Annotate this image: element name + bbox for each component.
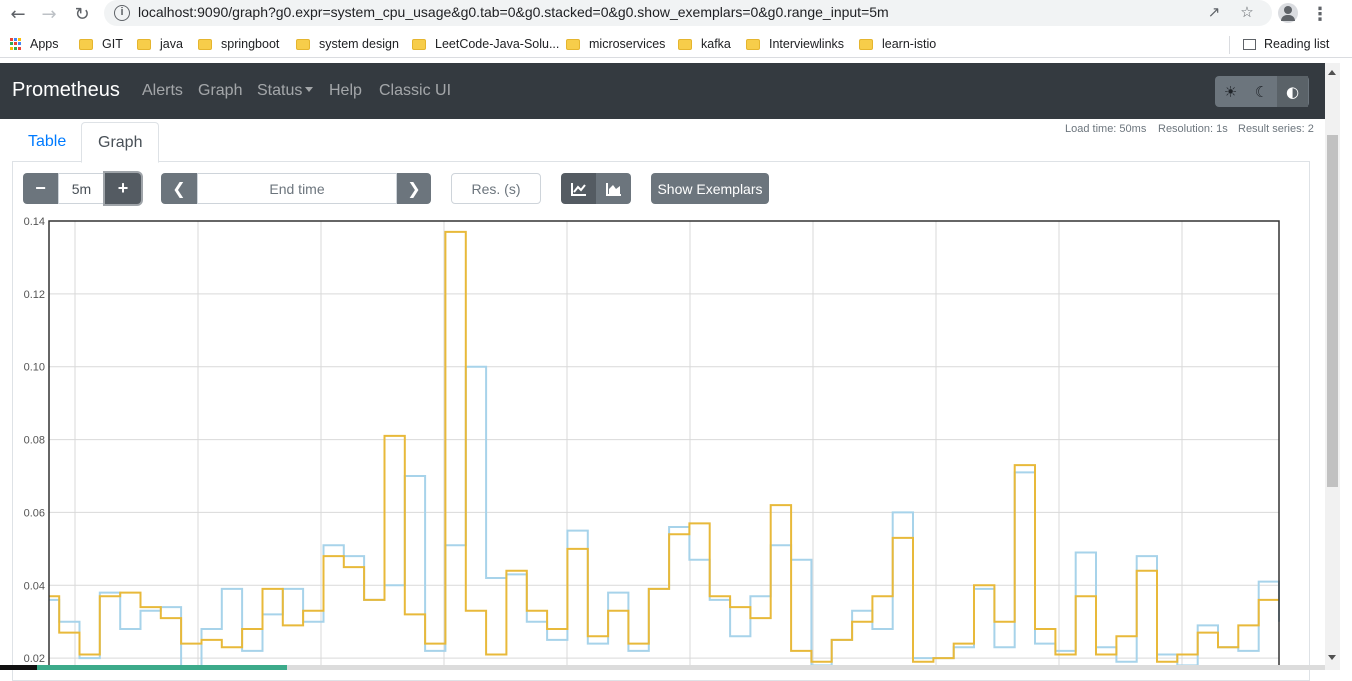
nav-classic-ui[interactable]: Classic UI xyxy=(379,82,451,100)
resolution-input[interactable]: Res. (s) xyxy=(451,173,541,204)
bookmark-label: microservices xyxy=(589,37,666,51)
scroll-down-icon[interactable] xyxy=(1328,655,1336,660)
bookmark-label: springboot xyxy=(221,37,280,51)
bookmark-system-design[interactable]: system design xyxy=(296,36,399,52)
time-forward-button[interactable]: ❯ xyxy=(397,173,431,204)
scroll-up-icon[interactable] xyxy=(1328,70,1336,75)
range-input[interactable]: 5m xyxy=(58,173,105,204)
taskbar-edge xyxy=(0,665,37,670)
browser-toolbar: ← → ↻ i localhost:9090/graph?g0.expr=sys… xyxy=(0,0,1352,28)
nav-help[interactable]: Help xyxy=(329,82,362,100)
sun-icon[interactable]: ☀ xyxy=(1215,76,1246,107)
apps-grid-icon xyxy=(10,38,22,50)
bookmark-interviewlinks[interactable]: Interviewlinks xyxy=(746,36,844,52)
series-line-1[interactable] xyxy=(49,365,1280,670)
plus-icon: + xyxy=(117,178,129,198)
horizontal-scrollbar[interactable] xyxy=(37,665,1325,670)
scroll-thumb[interactable] xyxy=(1327,135,1338,487)
contrast-icon[interactable]: ◐ xyxy=(1277,76,1308,107)
bookmark-apps[interactable]: Apps xyxy=(10,36,59,52)
info-icon[interactable]: i xyxy=(114,5,130,21)
bookmark-microservices[interactable]: microservices xyxy=(566,36,665,52)
series-line-2[interactable] xyxy=(49,230,1279,663)
folder-icon xyxy=(79,38,93,50)
bookmark-label: GIT xyxy=(102,37,123,51)
y-tick-label: 0.10 xyxy=(24,362,45,374)
star-icon[interactable]: ☆ xyxy=(1237,3,1257,23)
bookmark-springboot[interactable]: springboot xyxy=(198,36,279,52)
y-tick-label: 0.04 xyxy=(24,580,45,592)
chevron-left-icon: ❮ xyxy=(172,179,186,198)
share-icon[interactable]: ↗ xyxy=(1204,3,1224,23)
y-tick-label: 0.12 xyxy=(24,289,45,301)
bookmark-learn-istio[interactable]: learn-istio xyxy=(859,36,936,52)
nav-status-label: Status xyxy=(257,82,303,99)
cpu-usage-line-chart[interactable]: 0.14 0.12 0.10 0.08 0.06 0.04 0.02 xyxy=(0,210,1300,670)
panel-tabs: Table Graph xyxy=(12,122,1310,163)
bookmarks-bar: Apps GIT java springboot system design L… xyxy=(0,30,1352,58)
profile-avatar-icon[interactable] xyxy=(1278,3,1298,23)
plot-frame xyxy=(48,220,1280,670)
time-back-button[interactable]: ❮ xyxy=(161,173,197,204)
unstacked-chart-button[interactable] xyxy=(561,173,596,204)
reading-list-icon xyxy=(1243,38,1256,50)
tab-graph[interactable]: Graph xyxy=(81,122,160,163)
nav-alerts[interactable]: Alerts xyxy=(142,82,183,100)
folder-icon xyxy=(566,38,580,50)
back-arrow-icon[interactable]: ← xyxy=(6,2,30,26)
bookmark-label: kafka xyxy=(701,37,731,51)
minus-icon: − xyxy=(35,178,46,198)
theme-toggle-group: ☀ ☾ ◐ xyxy=(1215,76,1309,107)
brand-logo[interactable]: Prometheus xyxy=(12,79,120,102)
y-tick-label: 0.14 xyxy=(24,216,45,228)
tab-table[interactable]: Table xyxy=(12,122,82,162)
bookmark-label: java xyxy=(160,37,183,51)
nav-graph[interactable]: Graph xyxy=(198,82,242,100)
y-tick-label: 0.06 xyxy=(24,507,45,519)
page-edge xyxy=(1340,63,1352,670)
y-tick-label: 0.02 xyxy=(24,653,45,665)
range-decrease-button[interactable]: − xyxy=(23,173,58,204)
bookmark-leetcode[interactable]: LeetCode-Java-Solu... xyxy=(412,36,559,52)
folder-icon xyxy=(859,38,873,50)
range-increase-button[interactable]: + xyxy=(105,173,141,204)
reading-list-button[interactable]: Reading list xyxy=(1243,36,1329,52)
nav-status[interactable]: Status xyxy=(257,82,314,100)
url-text[interactable]: localhost:9090/graph?g0.expr=system_cpu_… xyxy=(138,4,889,20)
folder-icon xyxy=(137,38,151,50)
vertical-scrollbar[interactable] xyxy=(1325,63,1340,670)
bookmark-label: learn-istio xyxy=(882,37,937,51)
chevron-right-icon: ❯ xyxy=(407,179,421,198)
bookmark-label: Apps xyxy=(30,37,59,51)
menu-dots-icon[interactable]: ⋮ xyxy=(1308,2,1332,26)
line-chart-icon xyxy=(570,182,586,196)
moon-icon[interactable]: ☾ xyxy=(1246,76,1277,107)
reading-list-label: Reading list xyxy=(1264,37,1330,51)
folder-icon xyxy=(678,38,692,50)
address-bar[interactable]: i localhost:9090/graph?g0.expr=system_cp… xyxy=(104,0,1272,26)
end-time-input[interactable]: End time xyxy=(197,173,397,204)
bookmark-git[interactable]: GIT xyxy=(79,36,123,52)
prometheus-navbar: Prometheus Alerts Graph Status Help Clas… xyxy=(0,63,1325,119)
bookmark-label: LeetCode-Java-Solu... xyxy=(435,37,560,51)
folder-icon xyxy=(746,38,760,50)
forward-arrow-icon[interactable]: → xyxy=(37,2,61,26)
bookmark-label: Interviewlinks xyxy=(769,37,845,51)
reload-icon[interactable]: ↻ xyxy=(70,2,94,26)
chevron-down-icon xyxy=(305,87,314,92)
bookmark-java[interactable]: java xyxy=(137,36,183,52)
folder-icon xyxy=(412,38,426,50)
area-chart-icon xyxy=(605,182,621,196)
y-tick-label: 0.08 xyxy=(24,435,45,447)
folder-icon xyxy=(198,38,212,50)
horizontal-scroll-thumb[interactable] xyxy=(37,665,287,670)
bookmark-divider xyxy=(1229,36,1230,54)
bookmark-label: system design xyxy=(319,37,399,51)
stacked-chart-button[interactable] xyxy=(596,173,631,204)
show-exemplars-button[interactable]: Show Exemplars xyxy=(651,173,769,204)
folder-icon xyxy=(296,38,310,50)
bookmark-kafka[interactable]: kafka xyxy=(678,36,731,52)
